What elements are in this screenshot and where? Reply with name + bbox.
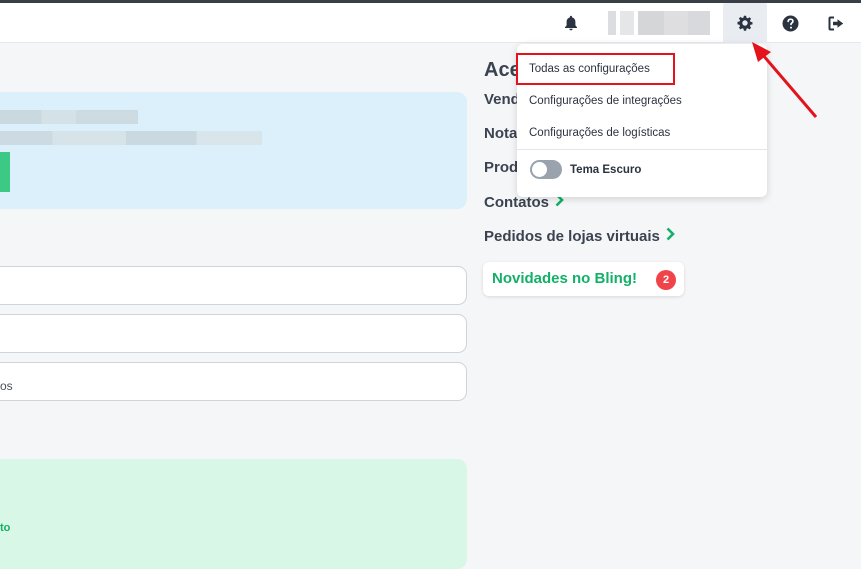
redacted-text [0, 131, 262, 145]
highlight-annotation [516, 53, 675, 85]
help-icon [782, 15, 798, 31]
shortcut-vendas[interactable]: Vend [484, 91, 520, 108]
notifications-button[interactable] [551, 3, 591, 43]
shortcut-produtos[interactable]: Prod [484, 159, 518, 176]
logout-icon [828, 16, 843, 30]
news-count-badge: 2 [656, 270, 676, 290]
menu-item-integration-settings[interactable]: Configurações de integrações [529, 95, 682, 107]
banner-button[interactable] [0, 152, 10, 192]
shortcut-notas[interactable]: Nota [484, 125, 517, 142]
redacted-text [0, 110, 138, 124]
news-label: Novidades no Bling! [492, 270, 638, 287]
promo-card [0, 459, 467, 569]
user-name-redacted[interactable] [608, 11, 710, 35]
chevron-right-icon [666, 227, 675, 245]
field-text: os [0, 379, 13, 393]
shortcut-label: Vend [484, 91, 520, 108]
news-button[interactable]: Novidades no Bling! 2 [483, 262, 684, 296]
toggle-knob [532, 162, 547, 177]
arrow-annotation-icon [752, 42, 818, 118]
shortcut-pedidos-lojas-virtuais[interactable]: Pedidos de lojas virtuais [484, 227, 675, 245]
shortcut-label: Pedidos de lojas virtuais [484, 227, 660, 245]
dark-theme-label: Tema Escuro [570, 164, 642, 176]
text-field[interactable] [0, 362, 467, 401]
bell-icon [565, 15, 577, 31]
text-field[interactable] [0, 266, 467, 305]
promo-link[interactable]: to [0, 522, 10, 534]
shortcut-label: Prod [484, 159, 519, 176]
text-field[interactable] [0, 314, 467, 353]
logout-button[interactable] [816, 3, 856, 43]
menu-divider [517, 149, 767, 150]
menu-item-logistics-settings[interactable]: Configurações de logísticas [529, 127, 670, 139]
shortcut-label: Nota [484, 125, 518, 142]
gear-icon [737, 15, 753, 31]
dark-theme-toggle[interactable] [530, 160, 562, 179]
top-bar [0, 3, 861, 43]
